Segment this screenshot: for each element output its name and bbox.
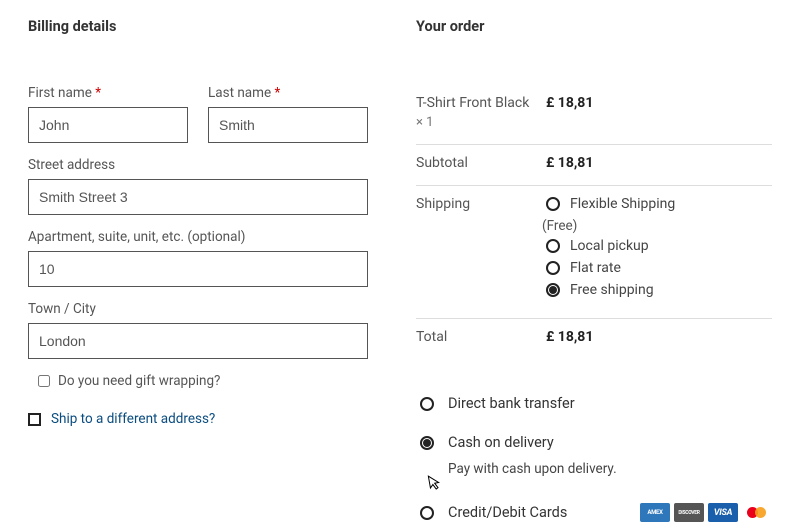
- radio-icon[interactable]: [546, 283, 560, 297]
- payment-card[interactable]: Credit/Debit Cards AMEX DISCOVER VISA: [420, 503, 772, 522]
- first-name-label-text: First name: [28, 85, 92, 101]
- total-value: £ 18,81: [546, 329, 772, 345]
- last-name-label: Last name *: [208, 85, 368, 101]
- shipping-free-label: Free shipping: [570, 282, 654, 298]
- shipping-option-flexible[interactable]: Flexible Shipping: [546, 196, 772, 212]
- gift-wrap-checkbox[interactable]: [38, 375, 50, 387]
- required-mark: *: [95, 85, 101, 101]
- shipping-option-flat[interactable]: Flat rate: [546, 260, 772, 276]
- order-item-price: £ 18,81: [546, 95, 772, 130]
- first-name-input[interactable]: [28, 107, 188, 143]
- visa-icon: VISA: [708, 503, 738, 522]
- order-item-qty: × 1: [416, 115, 546, 130]
- payment-cod-label: Cash on delivery: [448, 434, 554, 451]
- shipping-label: Shipping: [416, 196, 546, 304]
- shipping-flat-label: Flat rate: [570, 260, 621, 276]
- mastercard-icon: [742, 503, 772, 522]
- apartment-input[interactable]: [28, 251, 368, 287]
- payment-card-label: Credit/Debit Cards: [448, 504, 567, 521]
- subtotal-label: Subtotal: [416, 155, 546, 171]
- shipping-flexible-label: Flexible Shipping: [570, 196, 675, 212]
- payment-cod-desc: Pay with cash upon delivery.: [448, 461, 772, 477]
- radio-icon[interactable]: [546, 261, 560, 275]
- last-name-label-text: Last name: [208, 85, 271, 101]
- street-input[interactable]: [28, 179, 368, 215]
- last-name-input[interactable]: [208, 107, 368, 143]
- order-heading: Your order: [416, 18, 772, 35]
- radio-icon[interactable]: [546, 197, 560, 211]
- apartment-label: Apartment, suite, unit, etc. (optional): [28, 229, 368, 245]
- street-label: Street address: [28, 157, 368, 173]
- card-icons: AMEX DISCOVER VISA: [640, 503, 772, 522]
- city-input[interactable]: [28, 323, 368, 359]
- radio-icon[interactable]: [420, 436, 434, 450]
- radio-icon[interactable]: [420, 397, 434, 411]
- ship-different-label: Ship to a different address?: [51, 411, 215, 427]
- required-mark: *: [275, 85, 281, 101]
- ship-different-checkbox[interactable]: [28, 413, 41, 426]
- payment-cod[interactable]: Cash on delivery: [420, 434, 772, 451]
- ship-different-row[interactable]: Ship to a different address?: [28, 411, 368, 427]
- billing-heading: Billing details: [28, 18, 368, 35]
- discover-icon: DISCOVER: [674, 503, 704, 522]
- shipping-option-free[interactable]: Free shipping: [546, 282, 772, 298]
- radio-icon[interactable]: [420, 506, 434, 520]
- subtotal-value: £ 18,81: [546, 155, 772, 171]
- payment-bank-transfer[interactable]: Direct bank transfer: [420, 395, 772, 412]
- payment-bank-label: Direct bank transfer: [448, 395, 575, 412]
- shipping-local-label: Local pickup: [570, 238, 649, 254]
- total-label: Total: [416, 329, 546, 345]
- gift-wrap-label: Do you need gift wrapping?: [58, 373, 220, 389]
- gift-wrap-row[interactable]: Do you need gift wrapping?: [38, 373, 368, 389]
- first-name-label: First name *: [28, 85, 188, 101]
- city-label: Town / City: [28, 301, 368, 317]
- order-item: T-Shirt Front Black × 1: [416, 95, 546, 130]
- shipping-option-local[interactable]: Local pickup: [546, 238, 772, 254]
- shipping-flexible-note: (Free): [542, 218, 772, 234]
- radio-icon[interactable]: [546, 239, 560, 253]
- amex-icon: AMEX: [640, 503, 670, 522]
- order-item-name: T-Shirt Front Black: [416, 95, 529, 111]
